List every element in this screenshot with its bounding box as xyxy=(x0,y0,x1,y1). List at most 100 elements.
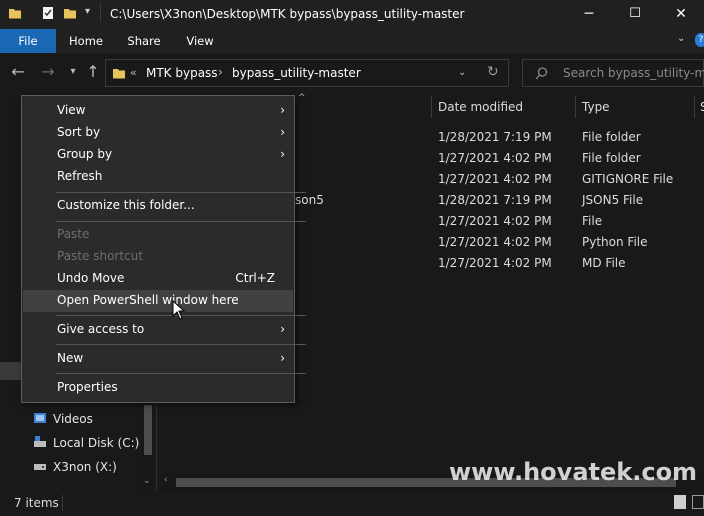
title-bar: ▾ C:\Users\X3non\Desktop\MTK bypass\bypa… xyxy=(0,0,704,29)
column-type[interactable]: Type xyxy=(582,100,610,114)
minimize-button[interactable]: ─ xyxy=(566,0,612,29)
menu-item-properties[interactable]: Properties xyxy=(23,377,293,399)
expand-ribbon-icon[interactable]: ⌄ xyxy=(677,33,685,44)
tab-view[interactable]: View xyxy=(176,29,224,53)
search-icon xyxy=(535,67,548,80)
status-divider xyxy=(62,495,63,511)
refresh-icon[interactable]: ↻ xyxy=(487,64,499,80)
tab-file[interactable]: File xyxy=(0,29,56,53)
submenu-arrow-icon: › xyxy=(280,147,285,161)
tab-share[interactable]: Share xyxy=(118,29,170,53)
submenu-arrow-icon: › xyxy=(280,351,285,365)
maximize-button[interactable]: ☐ xyxy=(612,0,658,29)
file-type: File xyxy=(582,214,603,228)
submenu-arrow-icon: › xyxy=(280,322,285,336)
nav-scrollbar-thumb[interactable] xyxy=(144,405,152,455)
new-folder-icon[interactable] xyxy=(63,6,77,20)
menu-item-label: Paste xyxy=(57,227,90,241)
file-type: JSON5 File xyxy=(582,193,644,207)
file-date: 1/27/2021 4:02 PM xyxy=(438,151,552,165)
menu-item-label: Open PowerShell window here xyxy=(57,293,239,307)
file-name-fragment[interactable]: son5 xyxy=(295,193,324,207)
close-button[interactable]: ✕ xyxy=(658,0,704,29)
address-bar[interactable]: « MTK bypass › bypass_utility-master ⌄ ↻ xyxy=(105,59,509,87)
file-date: 1/27/2021 4:02 PM xyxy=(438,256,552,270)
details-view-icon[interactable] xyxy=(674,495,686,509)
window-title: C:\Users\X3non\Desktop\MTK bypass\bypass… xyxy=(110,7,465,21)
nav-item-label: Local Disk (C:) xyxy=(53,436,140,450)
menu-item-paste-shortcut[interactable]: Paste shortcut xyxy=(23,246,293,268)
videos-icon xyxy=(34,413,46,423)
menu-item-label: Refresh xyxy=(57,169,103,183)
submenu-arrow-icon: › xyxy=(280,125,285,139)
up-arrow-icon[interactable]: ↑ xyxy=(82,60,104,84)
customize-quick-access-icon[interactable]: ▾ xyxy=(85,6,90,17)
file-type: GITIGNORE File xyxy=(582,172,674,186)
menu-item-label: New xyxy=(57,351,84,365)
column-size[interactable]: S xyxy=(700,100,704,114)
local-disk-icon xyxy=(34,436,46,447)
column-divider[interactable] xyxy=(431,96,432,118)
mouse-cursor-icon xyxy=(172,300,186,320)
file-date: 1/27/2021 4:02 PM xyxy=(438,235,552,249)
menu-item-undo-move[interactable]: Undo Move Ctrl+Z xyxy=(23,268,293,290)
column-divider[interactable] xyxy=(694,96,695,118)
properties-icon[interactable] xyxy=(41,6,55,20)
file-type: MD File xyxy=(582,256,626,270)
menu-item-label: Give access to xyxy=(57,322,145,336)
file-date: 1/28/2021 7:19 PM xyxy=(438,193,552,207)
folder-icon xyxy=(113,69,125,79)
column-divider[interactable] xyxy=(575,96,576,118)
search-box[interactable]: Search bypass_utility-ma... xyxy=(522,59,704,87)
large-icons-view-icon[interactable] xyxy=(692,495,704,509)
search-placeholder: Search bypass_utility-ma... xyxy=(563,66,704,80)
recent-locations-icon[interactable]: ▾ xyxy=(62,60,84,84)
file-type: File folder xyxy=(582,151,641,165)
file-type: File folder xyxy=(582,130,641,144)
menu-item-label: Paste shortcut xyxy=(57,249,143,263)
watermark: www.hovatek.com xyxy=(449,458,698,486)
menu-item-shortcut: Ctrl+Z xyxy=(235,271,275,285)
column-date-modified[interactable]: Date modified xyxy=(438,100,523,114)
address-dropdown-icon[interactable]: ⌄ xyxy=(458,67,466,78)
forward-arrow-icon[interactable]: → xyxy=(37,60,59,84)
submenu-arrow-icon: › xyxy=(280,103,285,117)
menu-item-label: Customize this folder... xyxy=(57,198,195,212)
menu-separator xyxy=(56,373,306,374)
breadcrumb-bypass-utility[interactable]: bypass_utility-master xyxy=(232,66,361,80)
menu-separator xyxy=(56,344,306,345)
back-arrow-icon[interactable]: ← xyxy=(7,60,29,84)
menu-item-group-by[interactable]: Group by › xyxy=(23,144,293,166)
sort-indicator-icon: ^ xyxy=(298,93,306,103)
item-count: 7 items xyxy=(14,496,59,510)
menu-item-customize-folder[interactable]: Customize this folder... xyxy=(23,195,293,217)
menu-item-sort-by[interactable]: Sort by › xyxy=(23,122,293,144)
status-bar: 7 items xyxy=(0,491,704,516)
menu-item-label: View xyxy=(57,103,86,117)
nav-item-videos[interactable]: Videos xyxy=(33,410,93,428)
breadcrumb-overflow[interactable]: « xyxy=(130,66,137,79)
drive-icon xyxy=(34,464,46,470)
menu-item-paste[interactable]: Paste xyxy=(23,224,293,246)
scroll-down-icon[interactable]: ⌄ xyxy=(143,476,151,486)
menu-item-label: Group by xyxy=(57,147,113,161)
nav-item-label: X3non (X:) xyxy=(53,460,117,474)
help-icon[interactable]: ? xyxy=(695,33,704,47)
file-date: 1/27/2021 4:02 PM xyxy=(438,172,552,186)
file-type: Python File xyxy=(582,235,648,249)
nav-item-local-disk[interactable]: Local Disk (C:) xyxy=(33,434,139,452)
menu-item-label: Undo Move xyxy=(57,271,125,285)
menu-item-view[interactable]: View › xyxy=(23,100,293,122)
scroll-left-icon[interactable]: ‹ xyxy=(164,475,168,485)
menu-separator xyxy=(56,221,306,222)
menu-item-refresh[interactable]: Refresh xyxy=(23,166,293,188)
menu-item-new[interactable]: New › xyxy=(23,348,293,370)
tab-home[interactable]: Home xyxy=(60,29,112,53)
breadcrumb-mtk-bypass[interactable]: MTK bypass xyxy=(146,66,218,80)
folder-icon xyxy=(9,9,21,19)
file-date: 1/28/2021 7:19 PM xyxy=(438,130,552,144)
menu-item-give-access[interactable]: Give access to › xyxy=(23,319,293,341)
nav-item-x3non[interactable]: X3non (X:) xyxy=(33,458,117,476)
menu-item-open-powershell[interactable]: Open PowerShell window here xyxy=(23,290,293,312)
titlebar-divider xyxy=(100,4,101,22)
